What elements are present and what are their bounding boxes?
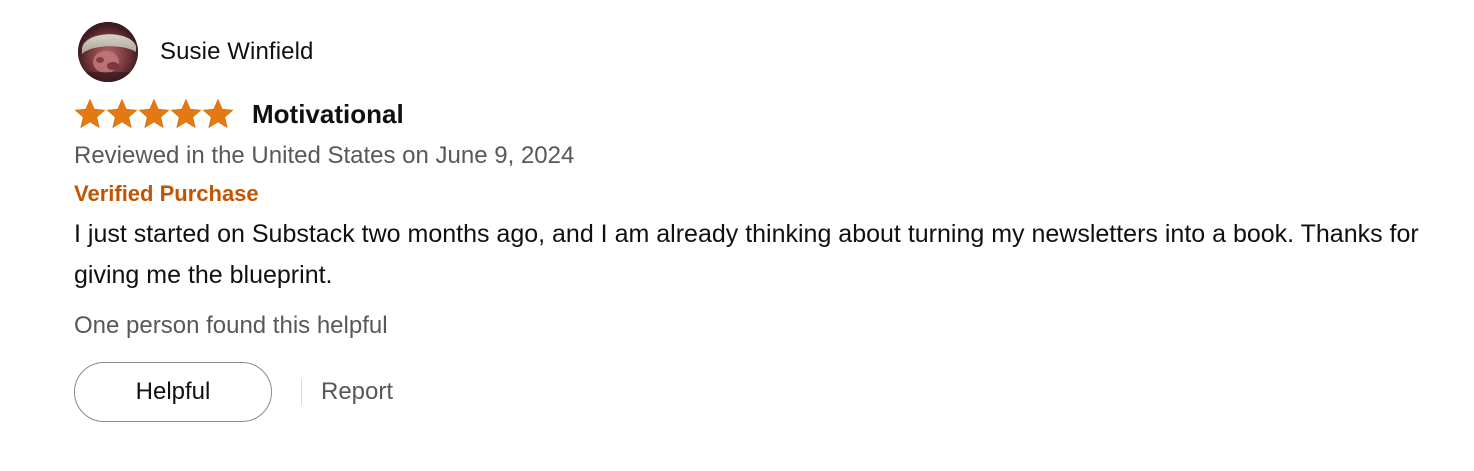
reviewer-avatar[interactable] <box>78 22 138 82</box>
helpful-button[interactable]: Helpful <box>74 362 272 422</box>
verified-purchase-badge[interactable]: Verified Purchase <box>74 180 1454 208</box>
star-icon <box>74 98 106 129</box>
star-icon <box>170 98 202 129</box>
review-actions: Helpful Report <box>74 362 1454 422</box>
review-body: I just started on Substack two months ag… <box>74 220 1419 289</box>
review-title[interactable]: Motivational <box>252 99 404 130</box>
helpful-count: One person found this helpful <box>74 312 388 339</box>
report-link[interactable]: Report <box>321 378 393 406</box>
star-icon <box>106 98 138 129</box>
review-date: Reviewed in the United States on June 9,… <box>74 142 575 169</box>
star-rating[interactable] <box>74 98 234 130</box>
star-icon <box>202 98 234 129</box>
avatar-photo-icon <box>78 22 138 82</box>
rating-row: Motivational <box>74 96 1454 132</box>
actions-divider <box>301 379 302 405</box>
reviewer-profile[interactable]: Susie Winfield <box>78 20 1454 84</box>
reviewer-name[interactable]: Susie Winfield <box>160 38 313 66</box>
star-icon <box>138 98 170 129</box>
customer-review: Susie Winfield Motivational Reviewed in … <box>74 20 1454 422</box>
